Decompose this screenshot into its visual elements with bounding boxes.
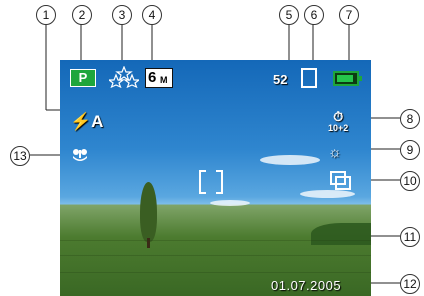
sd-card-icon — [301, 68, 317, 88]
self-timer-indicator: ⏱ 10+2 — [328, 110, 348, 133]
callout-11: 11 — [400, 227, 420, 247]
self-timer-label: 10+2 — [328, 123, 349, 133]
callout-7: 7 — [339, 5, 359, 25]
callout-9: 9 — [400, 140, 420, 160]
callout-3: 3 — [112, 5, 132, 25]
flash-auto-icon: ⚡A — [70, 112, 104, 131]
field-row — [60, 240, 371, 241]
callout-1: 1 — [36, 5, 56, 25]
focus-bracket-left — [199, 170, 206, 194]
callout-13: 13 — [10, 146, 30, 166]
callout-12: 12 — [400, 274, 420, 294]
field-row — [60, 255, 371, 256]
battery-level-fill — [337, 75, 353, 82]
poplar-tree — [140, 182, 157, 242]
cloud — [210, 200, 250, 206]
focus-bracket-right — [216, 170, 223, 194]
self-timer-icon: ⏱ — [333, 109, 344, 124]
field-row — [60, 272, 371, 273]
macro-flower-icon — [73, 149, 87, 161]
quality-stars-icon — [109, 66, 139, 88]
callout-10: 10 — [400, 171, 420, 191]
camera-lcd-screen: P 6 M 52 ⚡A ⏱ 10+2 ☼ 01.07.2005 — [60, 60, 371, 296]
battery-full-icon — [333, 71, 362, 86]
callout-8: 8 — [400, 109, 420, 129]
callout-4: 4 — [142, 5, 162, 25]
battery-tip — [359, 76, 362, 81]
cloud — [300, 190, 355, 198]
date-stamp: 01.07.2005 — [271, 278, 342, 293]
shots-remaining: 52 — [273, 72, 288, 87]
resolution-number: 6 — [148, 69, 157, 86]
burst-mode-icon — [330, 171, 352, 190]
cloud — [260, 155, 320, 165]
program-mode-badge: P — [70, 69, 96, 87]
callout-5: 5 — [279, 5, 299, 25]
burst-frame-front — [335, 176, 351, 190]
focus-frame — [199, 170, 223, 194]
callout-2: 2 — [72, 5, 92, 25]
resolution-unit: M — [160, 75, 168, 85]
sun-icon: ☼ — [328, 144, 342, 161]
distant-treeline — [311, 223, 371, 245]
resolution-indicator: 6 M — [145, 68, 173, 88]
callout-6: 6 — [304, 5, 324, 25]
